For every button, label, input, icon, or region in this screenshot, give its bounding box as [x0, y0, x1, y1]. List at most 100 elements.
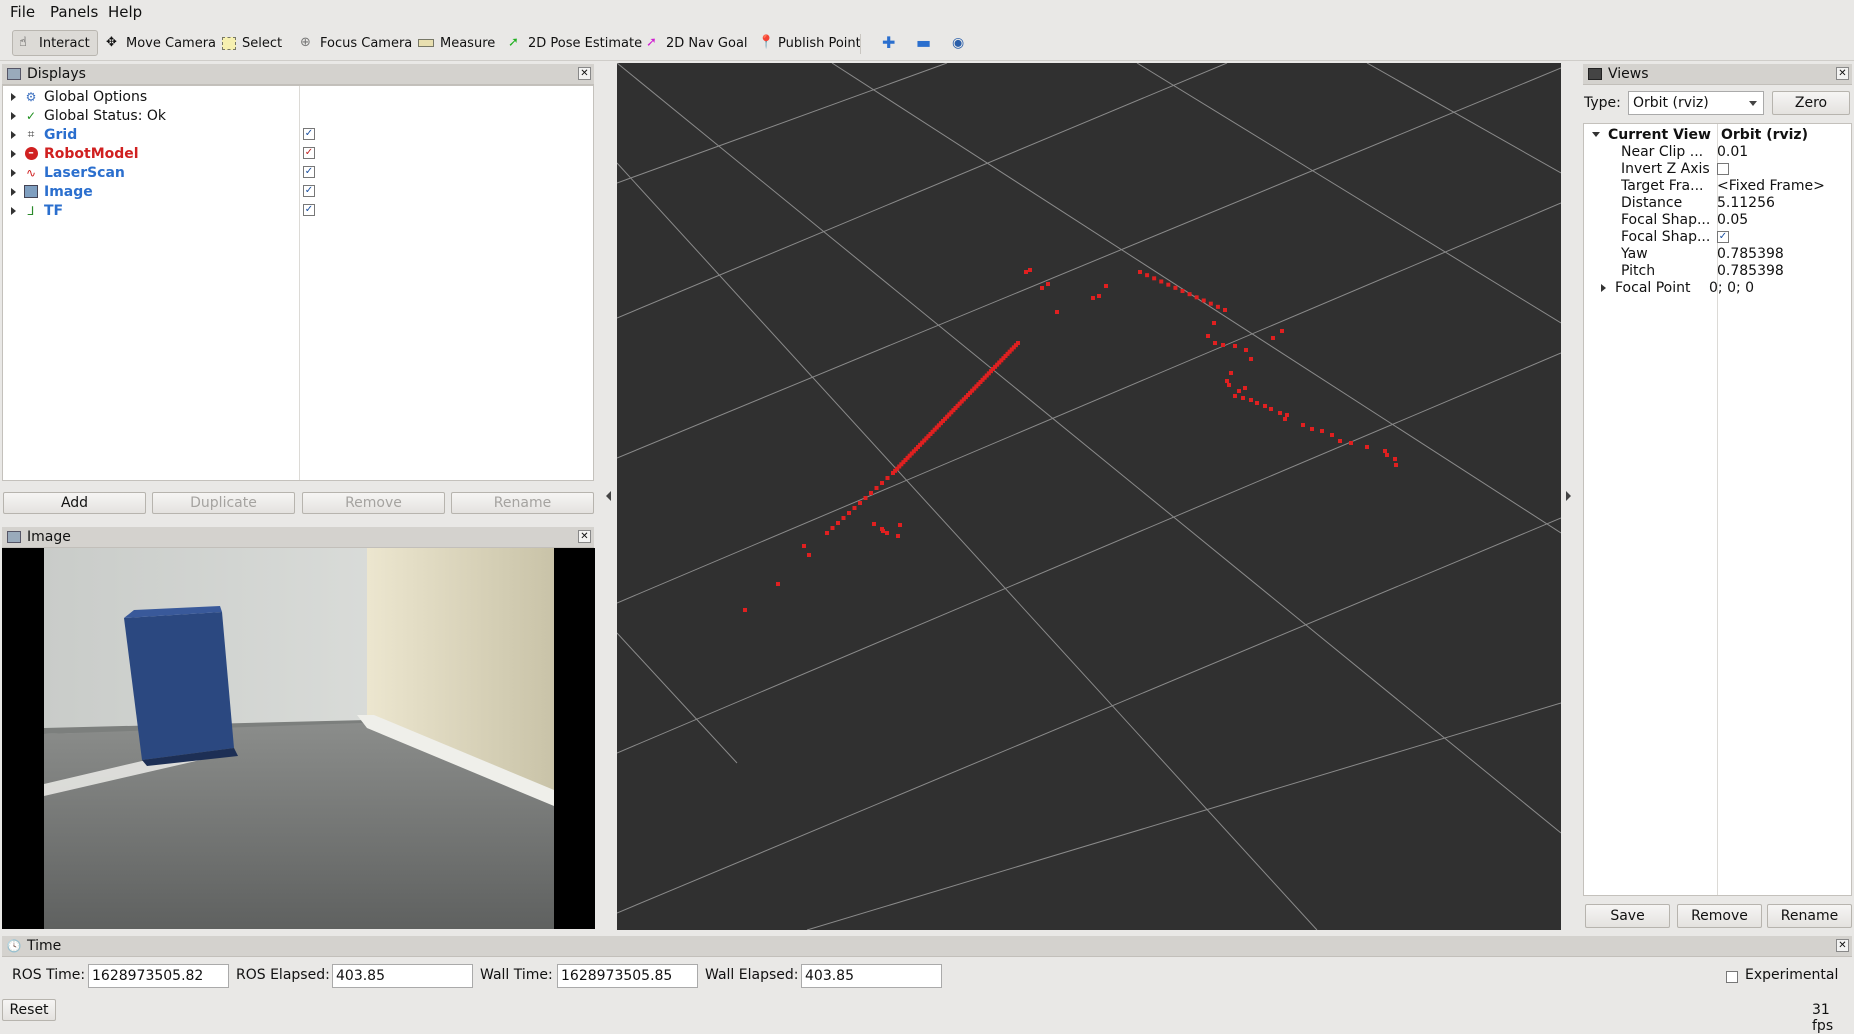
invert-z-checkbox[interactable] — [1717, 162, 1729, 175]
move-camera-tool[interactable]: ✥ Move Camera — [100, 30, 222, 56]
views-rename-button[interactable]: Rename — [1767, 904, 1852, 928]
laser-point — [1055, 310, 1059, 314]
publish-point-tool[interactable]: 📍 Publish Point — [752, 30, 867, 56]
laser-point — [1208, 301, 1213, 306]
reset-button[interactable]: Reset — [2, 999, 56, 1021]
rename-button[interactable]: Rename — [451, 492, 594, 514]
expand-arrow-icon[interactable] — [11, 130, 16, 139]
prop-focal-point[interactable]: Focal Point 0; 0; 0 — [1601, 278, 1754, 297]
scene-3d[interactable] — [617, 63, 1561, 930]
panel-visibility-button[interactable]: ◉ — [946, 30, 976, 56]
display-item-grid[interactable]: ⌗ Grid — [3, 125, 77, 144]
experimental-checkbox[interactable] — [1726, 971, 1738, 983]
prop-value[interactable]: <Fixed Frame> — [1717, 178, 1825, 194]
pose-estimate-tool[interactable]: ➚ 2D Pose Estimate — [502, 30, 648, 56]
laserscan-checkbox[interactable]: ✓ — [303, 166, 315, 178]
menu-file[interactable]: File — [10, 3, 35, 21]
prop-name: Distance — [1621, 194, 1683, 211]
expand-arrow-icon[interactable] — [11, 111, 16, 120]
laser-point — [1097, 294, 1101, 298]
focal-shape-checkbox[interactable]: ✓ — [1717, 230, 1729, 243]
views-save-button[interactable]: Save — [1585, 904, 1670, 928]
laser-point — [1330, 433, 1334, 437]
view-type-select[interactable]: Orbit (rviz) — [1628, 91, 1764, 115]
close-icon[interactable]: ✕ — [578, 530, 591, 543]
laser-point — [1166, 282, 1171, 287]
laser-point — [1201, 298, 1206, 303]
zero-button[interactable]: Zero — [1772, 91, 1850, 115]
prop-value[interactable]: 0.01 — [1717, 144, 1748, 160]
menu-panels[interactable]: Panels — [50, 3, 98, 21]
measure-tool[interactable]: Measure — [412, 30, 501, 56]
grid-checkbox[interactable]: ✓ — [303, 128, 315, 140]
display-item-laserscan[interactable]: ∿ LaserScan — [3, 163, 125, 182]
ros-elapsed-field[interactable]: 403.85 — [332, 964, 473, 988]
laser-point — [807, 553, 811, 557]
close-icon[interactable]: ✕ — [1836, 939, 1849, 952]
expand-arrow-icon[interactable] — [11, 92, 16, 101]
collapse-left-icon[interactable] — [606, 491, 611, 501]
select-tool[interactable]: Select — [216, 30, 288, 56]
focus-camera-tool[interactable]: ⊕ Focus Camera — [294, 30, 418, 56]
remove-tool-button[interactable]: ▬ — [910, 30, 940, 56]
view-type-value: Orbit (rviz) — [1633, 95, 1709, 111]
ros-time-label: ROS Time: — [12, 967, 86, 983]
laser-point — [1145, 273, 1150, 278]
ros-time-field[interactable]: 1628973505.82 — [88, 964, 229, 988]
display-item-tf[interactable]: ⅃ TF — [3, 201, 63, 220]
add-button[interactable]: Add — [3, 492, 146, 514]
expand-arrow-icon[interactable] — [11, 168, 16, 177]
wall-elapsed-field[interactable]: 403.85 — [801, 964, 942, 988]
render-viewport[interactable] — [617, 63, 1561, 930]
menu-help[interactable]: Help — [108, 3, 142, 21]
display-label: TF — [44, 202, 64, 219]
laser-point — [1206, 334, 1210, 338]
display-item-global-status[interactable]: ✓ Global Status: Ok — [3, 106, 166, 125]
nav-goal-tool[interactable]: ➚ 2D Nav Goal — [640, 30, 754, 56]
laser-point — [1241, 396, 1245, 400]
display-item-global-options[interactable]: ⚙ Global Options — [3, 87, 147, 106]
image-icon — [7, 531, 21, 543]
prop-value[interactable]: 5.11256 — [1717, 195, 1775, 211]
interact-tool[interactable]: ☝ Interact — [12, 30, 98, 56]
add-tool-button[interactable]: ✚ — [876, 30, 902, 56]
collapse-arrow-icon[interactable] — [1592, 132, 1600, 137]
prop-value[interactable]: 0.785398 — [1717, 263, 1784, 279]
tf-checkbox[interactable]: ✓ — [303, 204, 315, 216]
prop-name: Yaw — [1621, 245, 1648, 262]
time-title: Time — [27, 938, 62, 954]
laser-point — [825, 531, 829, 535]
type-label: Type: — [1584, 95, 1621, 111]
laser-point — [1227, 383, 1231, 387]
expand-arrow-icon[interactable] — [11, 187, 16, 196]
grid-icon: ⌗ — [27, 127, 35, 141]
display-item-image[interactable]: Image — [3, 182, 93, 201]
laser-point — [1016, 341, 1020, 345]
display-item-robotmodel[interactable]: – RobotModel — [3, 144, 139, 163]
collapse-right-icon[interactable] — [1566, 491, 1571, 501]
prop-value[interactable]: 0; 0; 0 — [1709, 280, 1754, 296]
move-camera-label: Move Camera — [126, 35, 217, 51]
expand-arrow-icon[interactable] — [11, 149, 16, 158]
remove-button[interactable]: Remove — [302, 492, 445, 514]
laser-point — [1244, 348, 1248, 352]
close-icon[interactable]: ✕ — [1836, 67, 1849, 80]
wall-time-field[interactable]: 1628973505.85 — [557, 964, 698, 988]
display-label: Global Options — [44, 88, 148, 105]
duplicate-button[interactable]: Duplicate — [152, 492, 295, 514]
prop-value[interactable]: 0.05 — [1717, 212, 1748, 228]
close-icon[interactable]: ✕ — [578, 67, 591, 80]
laser-point — [1046, 282, 1050, 286]
laser-point — [1269, 407, 1273, 411]
robotmodel-checkbox[interactable]: ✓ — [303, 147, 315, 159]
image-checkbox[interactable]: ✓ — [303, 185, 315, 197]
displays-tree: ⚙ Global Options ✓ Global Status: Ok ⌗ G… — [2, 85, 594, 481]
laser-icon: ∿ — [25, 165, 37, 180]
views-remove-button[interactable]: Remove — [1677, 904, 1762, 928]
laser-point — [852, 506, 857, 510]
expand-arrow-icon[interactable] — [11, 206, 16, 215]
expand-arrow-icon[interactable] — [1601, 283, 1606, 292]
minus-icon: ▬ — [916, 33, 932, 52]
column-divider — [299, 86, 300, 480]
prop-value[interactable]: 0.785398 — [1717, 246, 1784, 262]
